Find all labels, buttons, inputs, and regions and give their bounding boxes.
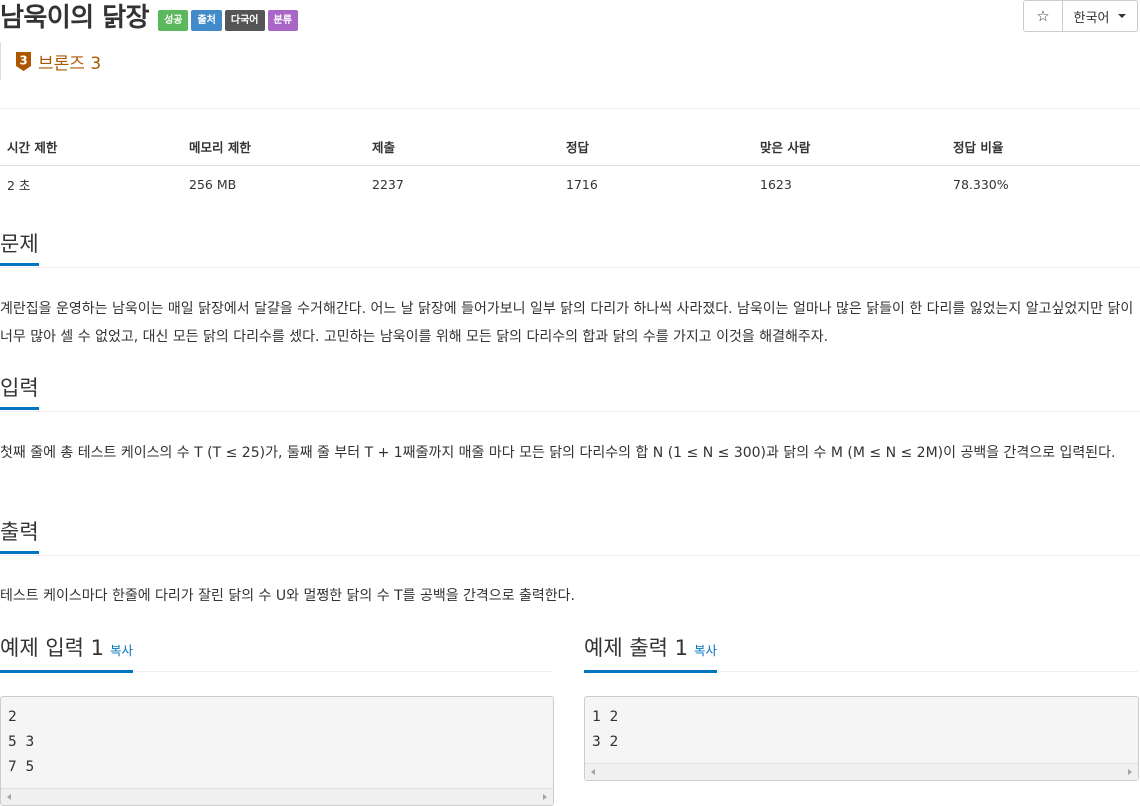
output-description: 테스트 케이스마다 한줄에 다리가 잘린 닭의 수 U와 멀쩡한 닭의 수 T를… <box>0 588 575 604</box>
star-button[interactable]: ☆ <box>1024 1 1063 31</box>
sample-output-header: 예제 출력 1 복사 <box>584 634 1138 673</box>
sample-output-title-text: 예제 출력 1 <box>584 636 688 660</box>
value-time-limit: 2 초 <box>7 178 31 193</box>
horizontal-scrollbar[interactable] <box>585 763 1138 780</box>
value-accepted: 1716 <box>566 177 598 192</box>
header-accept-ratio: 정답 비율 <box>946 127 1140 166</box>
value-memory-limit: 256 MB <box>189 177 237 192</box>
title-row: 남욱이의 닭장 성공 출처 다국어 분류 <box>0 0 301 36</box>
value-solved-users: 1623 <box>760 177 792 192</box>
label-multilang[interactable]: 다국어 <box>224 9 265 31</box>
scroll-left-icon[interactable] <box>591 769 595 775</box>
sample-input-line: 5 3 <box>8 734 35 750</box>
header-accepted: 정답 <box>559 127 753 166</box>
sample-input-line: 2 <box>8 709 17 725</box>
sample-input-box[interactable]: 2 5 3 7 5 <box>0 696 554 806</box>
sample-output-line: 3 2 <box>592 734 619 750</box>
horizontal-scrollbar[interactable] <box>1 788 553 805</box>
bronze-tier-icon: 3 <box>16 51 31 71</box>
sample-output-box[interactable]: 1 2 3 2 <box>584 696 1139 781</box>
copy-output-link[interactable]: 복사 <box>694 643 717 658</box>
value-submissions: 2237 <box>372 177 404 192</box>
top-button-group: ☆ 한국어 <box>1023 0 1138 32</box>
scroll-right-icon[interactable] <box>1128 769 1132 775</box>
sample-input-title: 예제 입력 1 복사 <box>0 634 134 673</box>
label-category[interactable]: 분류 <box>267 9 298 31</box>
section-output-header: 출력 <box>0 518 1140 556</box>
label-success[interactable]: 성공 <box>158 9 189 31</box>
sample-output-line: 1 2 <box>592 709 619 725</box>
input-description: 첫째 줄에 총 테스트 케이스의 수 T (T ≤ 25)가, 둘째 줄 부터 … <box>0 445 1116 461</box>
section-problem-header: 문제 <box>0 230 1140 268</box>
star-icon: ☆ <box>1036 7 1050 25</box>
section-output-title: 출력 <box>0 518 39 554</box>
divider <box>0 108 1140 109</box>
header-solved-users: 맞은 사람 <box>753 127 946 166</box>
problem-description: 계란집을 운영하는 남욱이는 매일 닭장에서 달걀을 수거해간다. 어느 날 닭… <box>0 301 1134 345</box>
page-title: 남욱이의 닭장 <box>0 3 150 33</box>
chevron-down-icon <box>1118 14 1127 18</box>
problem-labels: 성공 출처 다국어 분류 <box>158 9 301 31</box>
language-label: 한국어 <box>1073 10 1110 26</box>
sample-input-header: 예제 입력 1 복사 <box>0 634 553 673</box>
tier-badge[interactable]: 3 브론즈 3 <box>0 42 101 80</box>
language-dropdown[interactable]: 한국어 <box>1063 1 1137 31</box>
scroll-left-icon[interactable] <box>7 794 11 800</box>
info-value-row: 2 초 256 MB 2237 1716 1623 78.330% <box>0 166 1140 204</box>
header-time-limit: 시간 제한 <box>0 127 182 166</box>
scroll-right-icon[interactable] <box>543 794 547 800</box>
tier-icon-number: 3 <box>19 53 27 67</box>
tier-name: 브론즈 3 <box>38 53 102 74</box>
header-memory-limit: 메모리 제한 <box>182 127 365 166</box>
section-problem-title: 문제 <box>0 230 39 266</box>
label-source[interactable]: 출처 <box>191 9 222 31</box>
sample-input-title-text: 예제 입력 1 <box>0 636 104 660</box>
problem-info-table: 시간 제한 메모리 제한 제출 정답 맞은 사람 정답 비율 2 초 256 M… <box>0 127 1140 203</box>
sample-input-line: 7 5 <box>8 759 35 775</box>
copy-input-link[interactable]: 복사 <box>110 643 133 658</box>
value-accept-ratio: 78.330% <box>953 177 1009 192</box>
sample-output-title: 예제 출력 1 복사 <box>584 634 718 673</box>
info-header-row: 시간 제한 메모리 제한 제출 정답 맞은 사람 정답 비율 <box>0 127 1140 166</box>
section-input-title: 입력 <box>0 374 39 410</box>
section-input-header: 입력 <box>0 374 1140 412</box>
header-submissions: 제출 <box>365 127 559 166</box>
